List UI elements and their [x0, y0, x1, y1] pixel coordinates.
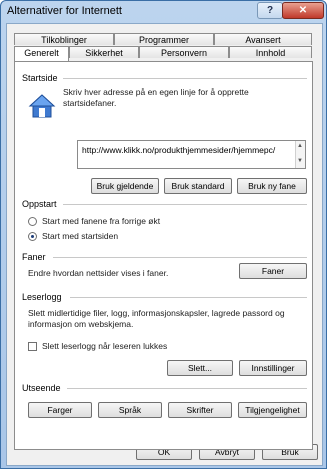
section-divider	[53, 257, 307, 258]
dialog-client-area: Tilkoblinger Programmer Avansert Generel…	[6, 23, 323, 466]
colors-button[interactable]: Farger	[28, 402, 92, 418]
homepage-url-value: http://www.klikk.no/produkthjemmesider/h…	[82, 145, 276, 155]
tab-panel-generelt: Startside Skriv hver adresse på en egen …	[14, 61, 313, 450]
start-homepage-label: Start med startsiden	[42, 231, 119, 241]
help-button[interactable]: ?	[257, 2, 283, 19]
section-divider	[63, 78, 307, 79]
leserlogg-description: Slett midlertidige filer, logg, informas…	[28, 308, 285, 329]
textarea-scrollbar[interactable]: ▲ ▼	[295, 141, 305, 168]
use-current-button[interactable]: Bruk gjeldende	[91, 178, 159, 194]
tab-programmer[interactable]: Programmer	[114, 33, 214, 45]
tab-generelt[interactable]: Generelt	[14, 46, 69, 61]
scroll-up-icon[interactable]: ▲	[297, 143, 303, 149]
oppstart-heading: Oppstart	[22, 199, 57, 209]
close-button[interactable]: ✕	[282, 2, 324, 19]
faner-heading: Faner	[22, 252, 46, 262]
house-icon	[28, 92, 56, 120]
accessibility-button[interactable]: Tilgjengelighet	[238, 402, 307, 418]
tab-tilkoblinger[interactable]: Tilkoblinger	[14, 33, 114, 45]
start-homepage-radio[interactable]	[28, 232, 37, 241]
utseende-heading: Utseende	[22, 383, 61, 393]
tabs-settings-button[interactable]: Faner	[239, 263, 307, 279]
tab-innhold[interactable]: Innhold	[229, 46, 312, 58]
section-divider	[67, 388, 307, 389]
start-previous-tabs-radio[interactable]	[28, 217, 37, 226]
use-default-button[interactable]: Bruk standard	[164, 178, 232, 194]
languages-button[interactable]: Språk	[98, 402, 162, 418]
tab-sikkerhet[interactable]: Sikkerhet	[69, 46, 139, 58]
section-divider	[70, 297, 307, 298]
tab-avansert[interactable]: Avansert	[214, 33, 312, 45]
delete-history-on-exit-label: Slett leserlogg når leseren lukkes	[42, 341, 168, 351]
startside-description: Skriv hver adresse på en egen linje for …	[63, 87, 249, 108]
history-settings-button[interactable]: Innstillinger	[239, 360, 307, 376]
homepage-url-textarea[interactable]: http://www.klikk.no/produkthjemmesider/h…	[77, 140, 306, 169]
section-divider	[63, 204, 307, 205]
delete-history-button[interactable]: Slett...	[167, 360, 233, 376]
use-new-tab-button[interactable]: Bruk ny fane	[237, 178, 307, 194]
tab-personvern[interactable]: Personvern	[139, 46, 229, 58]
start-previous-tabs-label: Start med fanene fra forrige økt	[42, 216, 161, 226]
fonts-button[interactable]: Skrifter	[168, 402, 232, 418]
startside-heading: Startside	[22, 73, 58, 83]
title-bar[interactable]: Alternativer for Internett ? ✕	[1, 1, 326, 22]
delete-history-on-exit-checkbox[interactable]	[28, 342, 37, 351]
faner-description: Endre hvordan nettsider vises i faner.	[28, 268, 169, 278]
dialog-window: Alternativer for Internett ? ✕ Tilkoblin…	[0, 0, 327, 469]
leserlogg-heading: Leserlogg	[22, 292, 62, 302]
window-title: Alternativer for Internett	[7, 5, 122, 17]
scroll-down-icon[interactable]: ▼	[297, 158, 303, 164]
